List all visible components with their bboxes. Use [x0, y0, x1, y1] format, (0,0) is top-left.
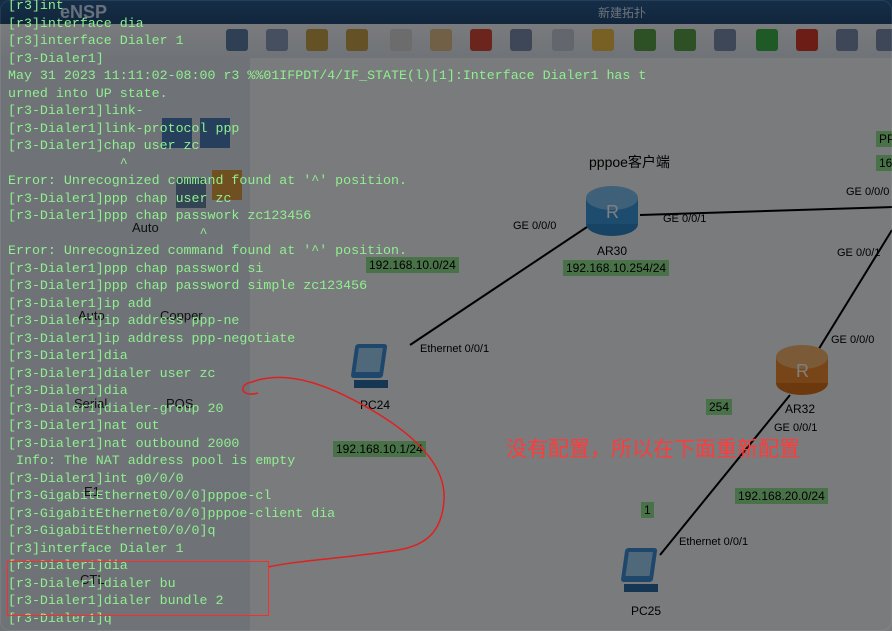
terminal-line: ^ [8, 155, 128, 171]
highlight-box [7, 561, 269, 616]
terminal-line: [r3]interface Dialer 1 [8, 540, 184, 556]
screenshot: eNSP 新建拓扑 Auto [0, 0, 892, 631]
terminal-line: [r3]interface Dialer 1 [8, 33, 184, 48]
terminal-line: [r3-Dialer1]ip address ppp-ne [8, 313, 240, 328]
terminal-line: [r3]int [8, 0, 64, 13]
terminal-line: urned into UP state. [8, 85, 168, 101]
terminal-line: Error: Unrecognized command found at '^'… [8, 173, 407, 188]
terminal-line: [r3-Dialer1]nat out [8, 418, 160, 433]
terminal-line: [r3-Dialer1]dialer-group 20 [8, 400, 224, 416]
terminal-line: [r3-Dialer1]ppp chap user zc [8, 190, 232, 206]
terminal-line: [r3-Dialer1]ip address ppp-negotiate [8, 330, 296, 346]
terminal-line: [r3-Dialer1]dia [8, 383, 128, 398]
terminal-line: [r3-Dialer1]ppp chap password simple zc1… [8, 278, 368, 293]
terminal-line: [r3-GigabitEthernet0/0/0]pppoe-cl [8, 488, 272, 503]
terminal-line: [r3-Dialer1]int g0/0/0 [8, 470, 184, 486]
terminal-line: [r3-Dialer1]link- [8, 103, 144, 118]
terminal-line: [r3-GigabitEthernet0/0/0]pppoe-client di… [8, 505, 336, 521]
terminal-line: May 31 2023 11:11:02-08:00 r3 %%01IFPDT/… [8, 68, 647, 83]
terminal-line: Info: The NAT address pool is empty [8, 453, 296, 468]
terminal-line: [r3-Dialer1]ppp chap password si [8, 260, 264, 276]
terminal-line: ^ [8, 225, 208, 241]
terminal-line: [r3-Dialer1]dia [8, 348, 128, 363]
terminal-line: [r3-Dialer1]link-protocol ppp [8, 120, 240, 136]
terminal-line: Error: Unrecognized command found at '^'… [8, 243, 407, 258]
terminal-line: [r3-Dialer1]ppp chap passwork zc123456 [8, 208, 312, 223]
terminal-output[interactable]: [r3]int [r3]interface dia [r3]interface … [0, 0, 892, 631]
terminal-line: [r3-Dialer1]nat outbound 2000 [8, 435, 240, 451]
terminal-line: [r3-Dialer1]chap user zc [8, 138, 200, 153]
terminal-line: [r3-Dialer1]dialer user zc [8, 365, 216, 381]
terminal-line: [r3-GigabitEthernet0/0/0]q [8, 523, 216, 538]
terminal-line: [r3]interface dia [8, 15, 144, 31]
terminal-line: [r3-Dialer1]ip add [8, 295, 152, 311]
terminal-line: [r3-Dialer1] [8, 50, 104, 66]
